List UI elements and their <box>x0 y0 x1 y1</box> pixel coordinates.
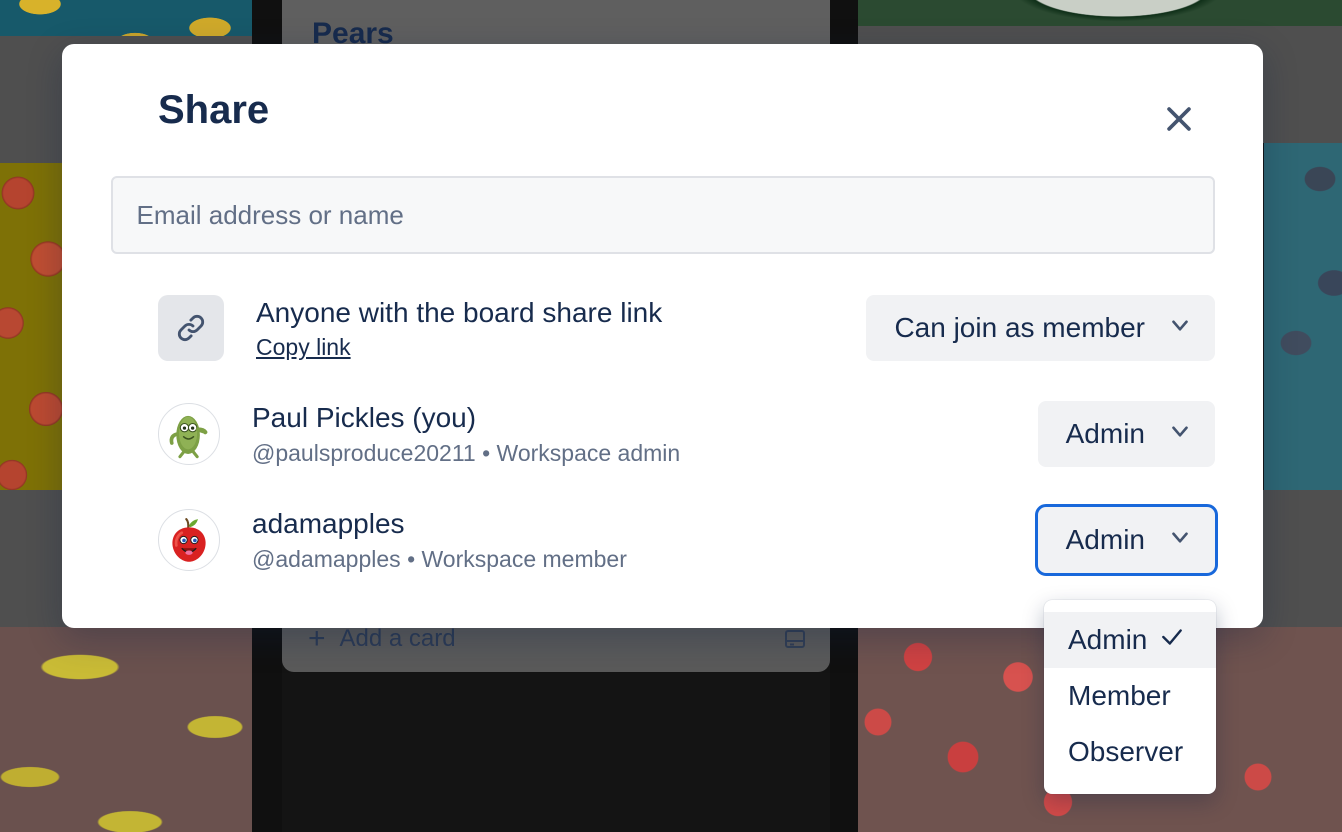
role-menu-item-observer[interactable]: Observer <box>1044 724 1216 780</box>
member-info: adamapples @adamapples • Workspace membe… <box>252 506 1038 574</box>
apple-avatar-image <box>160 511 218 569</box>
share-dialog: Share Anyone with the board share link <box>62 44 1263 628</box>
chevron-down-icon <box>1167 312 1193 345</box>
member-name: Paul Pickles (you) <box>252 402 477 434</box>
apple-avatar <box>158 509 220 571</box>
close-icon <box>1162 102 1196 139</box>
member-role-label: Admin <box>1065 418 1145 449</box>
member-name: adamapples <box>252 508 405 540</box>
subtitle-separator: • <box>407 546 416 573</box>
share-rows: Anyone with the board share link Copy li… <box>110 290 1219 578</box>
member-subtitle: @adamapples • Workspace member <box>252 545 1038 574</box>
share-link-role-label: Can join as member <box>894 312 1145 343</box>
pickle-avatar <box>158 403 220 465</box>
role-menu-item-label: Admin <box>1068 624 1148 655</box>
pickle-avatar-image <box>160 405 218 463</box>
member-handle: @adamapples <box>252 546 401 573</box>
share-link-title: Anyone with the board share link <box>256 297 663 328</box>
link-icon <box>158 295 224 361</box>
member-row: Paul Pickles (you) @paulsproduce20211 • … <box>158 396 1215 472</box>
role-dropdown-menu: Admin Member Observer <box>1044 600 1216 794</box>
member-info: Paul Pickles (you) @paulsproduce20211 • … <box>252 400 1038 468</box>
role-menu-item-label: Observer <box>1068 736 1184 767</box>
page-title: Share <box>158 88 270 132</box>
share-link-text: Anyone with the board share link Copy li… <box>256 295 866 361</box>
member-workspace-role: Workspace member <box>421 546 627 573</box>
member-role-dropdown[interactable]: Admin <box>1034 504 1219 576</box>
member-workspace-role: Workspace admin <box>496 440 681 467</box>
dialog-header: Share <box>110 88 1215 146</box>
role-menu-item-admin[interactable]: Admin <box>1044 612 1216 668</box>
member-role-dropdown[interactable]: Admin <box>1037 401 1215 467</box>
share-link-row: Anyone with the board share link Copy li… <box>158 290 1215 366</box>
subtitle-separator: • <box>482 440 491 467</box>
role-menu-item-member[interactable]: Member <box>1044 668 1216 724</box>
invite-input[interactable] <box>110 176 1215 254</box>
copy-link-button[interactable]: Copy link <box>256 334 351 361</box>
member-role-label: Admin <box>1065 524 1145 555</box>
chevron-down-icon <box>1167 418 1193 451</box>
close-button[interactable] <box>1153 94 1205 146</box>
member-subtitle: @paulsproduce20211 • Workspace admin <box>252 439 1038 468</box>
role-menu-item-label: Member <box>1068 680 1171 711</box>
member-row: adamapples @adamapples • Workspace membe… <box>158 502 1219 578</box>
member-handle: @paulsproduce20211 <box>252 440 476 467</box>
share-link-role-dropdown[interactable]: Can join as member <box>866 295 1215 361</box>
check-icon <box>1159 624 1185 657</box>
chevron-down-icon <box>1167 524 1193 557</box>
